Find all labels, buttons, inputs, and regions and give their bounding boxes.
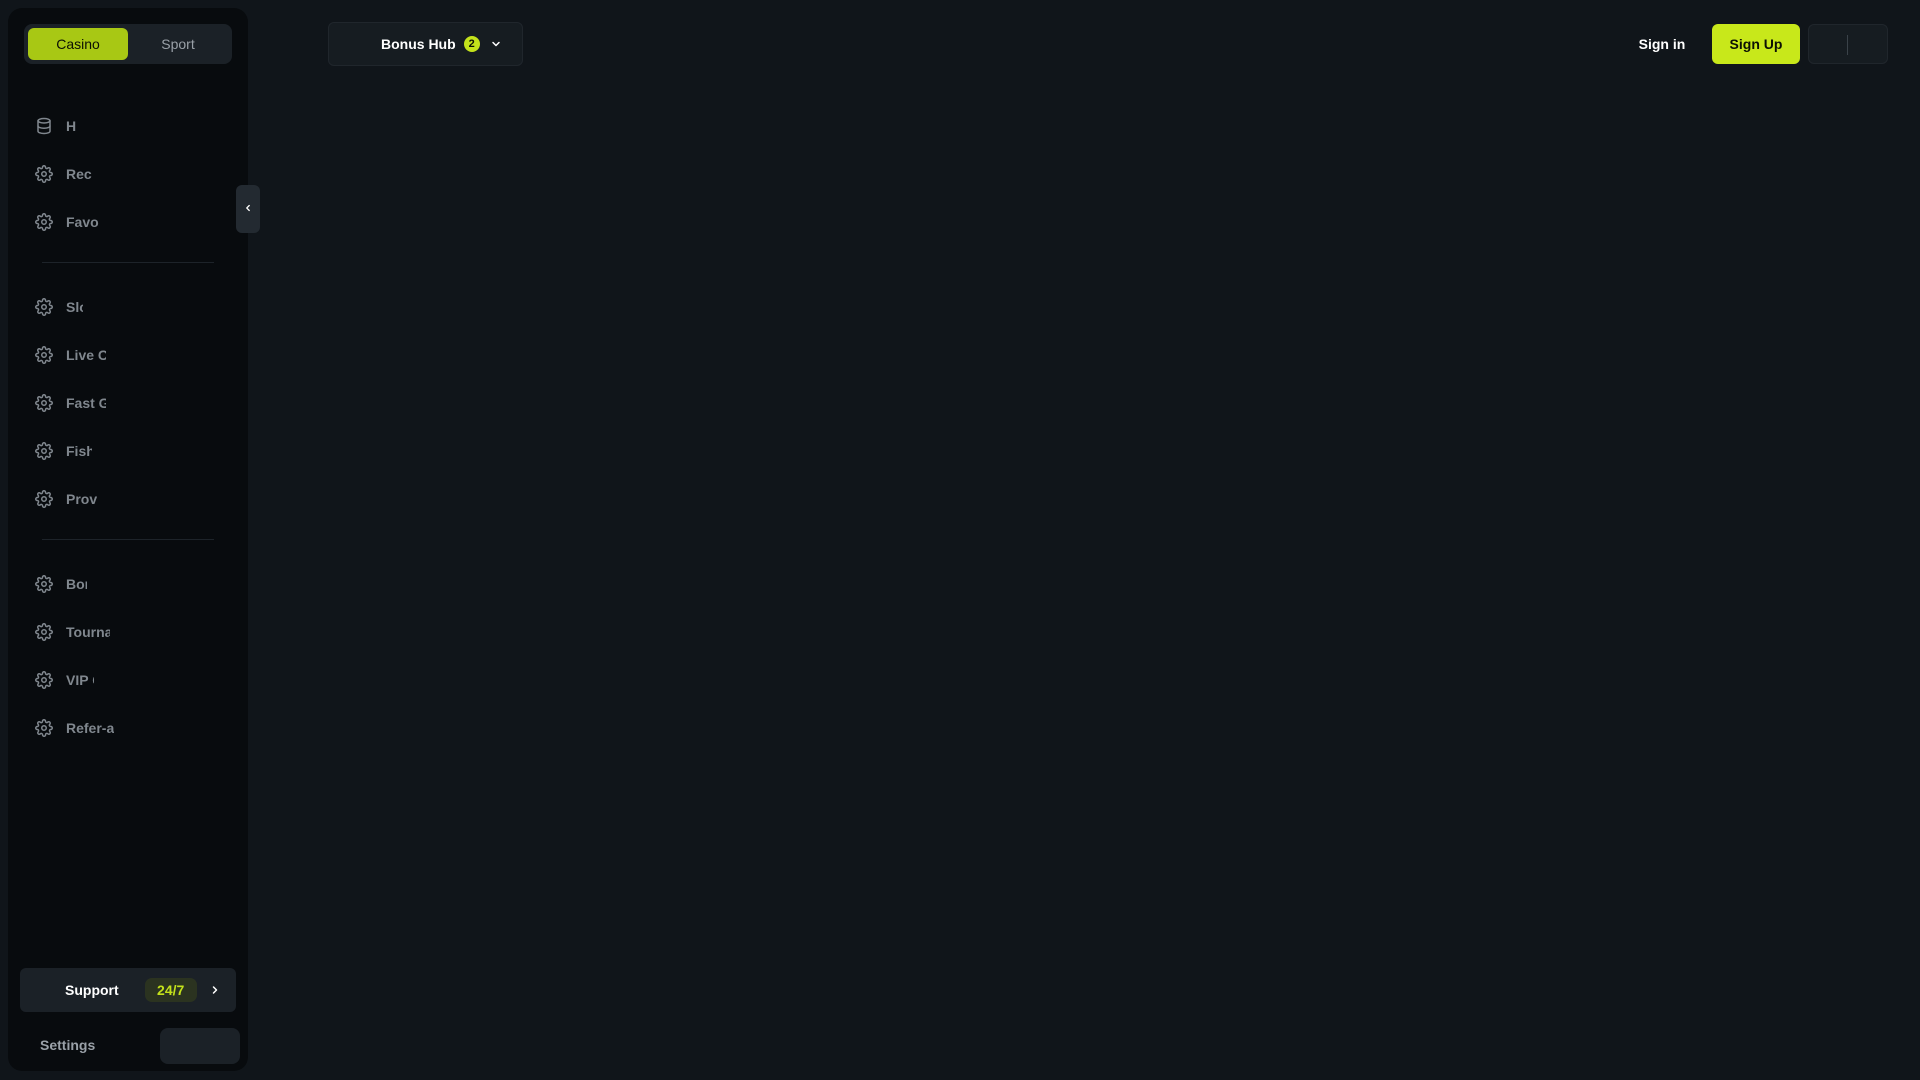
bonus-hub-label: Bonus Hub (381, 36, 456, 52)
sidebar-item-home[interactable]: H (20, 102, 236, 150)
sidebar-item-label: Fish (66, 443, 92, 459)
sidebar-divider (42, 539, 214, 540)
chevron-right-icon (207, 982, 223, 998)
gear-icon (34, 212, 54, 232)
gear-icon (34, 622, 54, 642)
gear-icon (34, 718, 54, 738)
sidebar-item-refer-a-friend[interactable]: Refer-a (20, 704, 236, 752)
sidebar: Casino Sport H Rec Favo Sl Live C Fast G… (8, 8, 248, 1071)
sign-up-button[interactable]: Sign Up (1712, 24, 1800, 64)
sidebar-item-live-casino[interactable]: Live C (20, 331, 236, 379)
gear-icon (34, 164, 54, 184)
sidebar-item-label: Favo (66, 214, 99, 230)
sidebar-item-favourites[interactable]: Favo (20, 198, 236, 246)
settings-row: Settings (40, 1028, 240, 1064)
sign-in-button[interactable]: Sign in (1622, 24, 1702, 64)
sidebar-divider (42, 262, 214, 263)
chevron-down-icon (488, 36, 504, 52)
support-button[interactable]: Support 24/7 (20, 968, 236, 1012)
sidebar-item-fast-games[interactable]: Fast G (20, 379, 236, 427)
sidebar-item-bonuses[interactable]: Bon (20, 560, 236, 608)
sidebar-item-label: VIP C (66, 672, 94, 688)
mode-switch: Casino Sport (24, 24, 232, 64)
gear-icon (34, 670, 54, 690)
gear-icon (34, 489, 54, 509)
sidebar-item-label: Slo (66, 299, 83, 315)
gear-icon (34, 441, 54, 461)
sidebar-item-vip-club[interactable]: VIP C (20, 656, 236, 704)
sidebar-item-label: Live C (66, 347, 106, 363)
support-label: Support (65, 982, 119, 998)
sport-tab[interactable]: Sport (128, 28, 228, 60)
sidebar-item-tournaments[interactable]: Tourna (20, 608, 236, 656)
gear-icon (34, 393, 54, 413)
database-icon (34, 116, 54, 136)
sidebar-item-label: Rec (66, 166, 92, 182)
gear-icon (34, 297, 54, 317)
settings-control[interactable] (160, 1028, 240, 1064)
language-divider (1847, 35, 1848, 55)
bonus-count-badge: 2 (463, 36, 480, 52)
support-badge: 24/7 (144, 978, 197, 1002)
sidebar-item-label: H (66, 118, 77, 134)
sidebar-collapse-button[interactable] (236, 185, 260, 233)
sidebar-item-label: Bon (66, 576, 87, 592)
sidebar-item-providers[interactable]: Prov (20, 475, 236, 523)
sidebar-nav: H Rec Favo Sl Live C Fast G Fish Prov Bo… (20, 102, 236, 752)
language-select[interactable] (1808, 24, 1888, 64)
sidebar-item-slots[interactable]: Slo (20, 283, 236, 331)
bonus-hub-dropdown[interactable]: Bonus Hub 2 (328, 22, 523, 66)
sidebar-item-label: Refer-a (66, 720, 114, 736)
sidebar-item-fishing[interactable]: Fish (20, 427, 236, 475)
gear-icon (34, 574, 54, 594)
settings-label: Settings (40, 1037, 96, 1053)
gear-icon (34, 345, 54, 365)
sidebar-item-label: Tourna (66, 624, 110, 640)
casino-tab[interactable]: Casino (28, 28, 128, 60)
sidebar-item-recent[interactable]: Rec (20, 150, 236, 198)
sidebar-item-label: Fast G (66, 395, 106, 411)
sidebar-item-label: Prov (66, 491, 98, 507)
chevron-left-icon (243, 200, 253, 218)
